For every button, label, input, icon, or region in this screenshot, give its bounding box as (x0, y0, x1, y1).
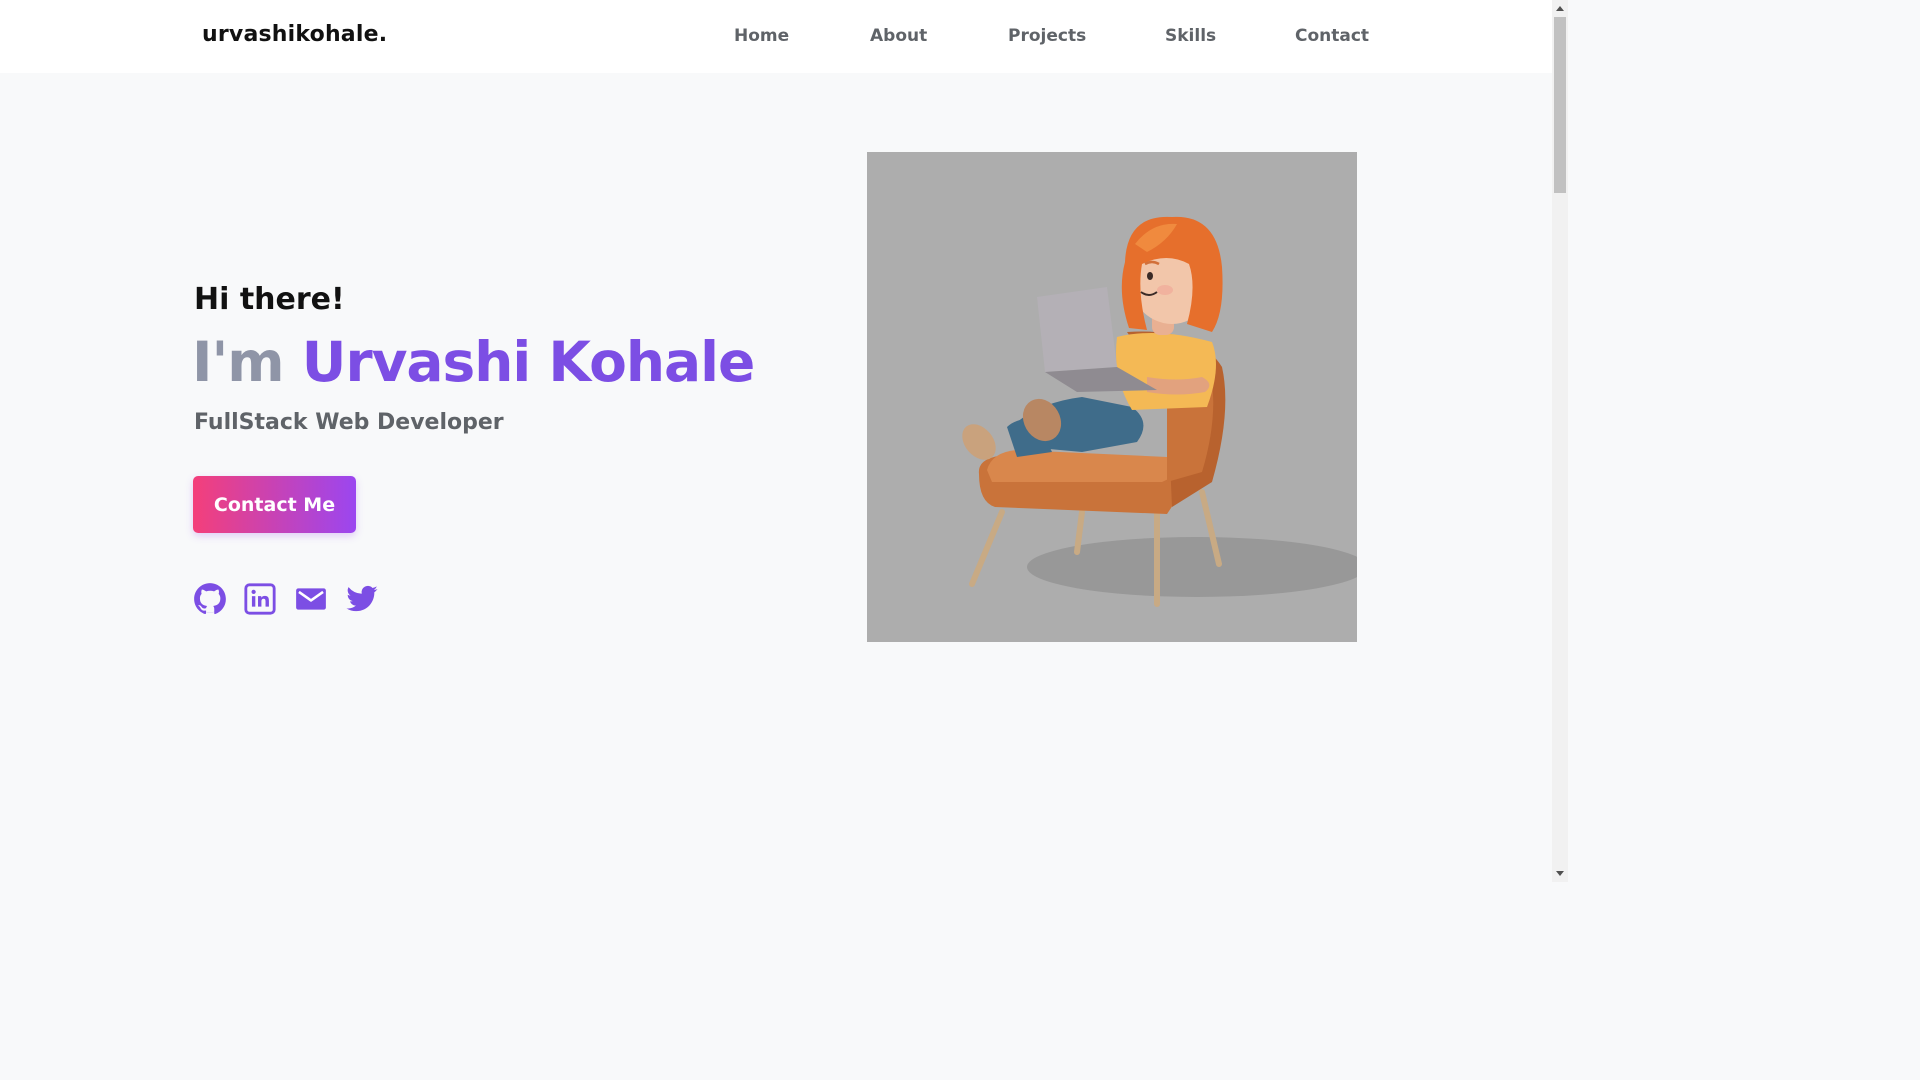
hero-illustration (867, 152, 1357, 642)
hero-title-prefix: I'm (192, 330, 285, 394)
nav-link-contact[interactable]: Contact (1295, 26, 1369, 46)
nav-link-skills[interactable]: Skills (1165, 26, 1216, 46)
page-scrollbar[interactable] (1552, 0, 1568, 882)
girl-with-laptop-illustration (962, 216, 1357, 607)
hero-greeting: Hi there! (194, 282, 345, 317)
email-icon[interactable] (294, 582, 328, 616)
top-navbar: urvashikohale. Home About Projects Skill… (0, 0, 1552, 73)
twitter-icon[interactable] (345, 582, 379, 616)
hero-title-name: Urvashi Kohale (301, 330, 756, 394)
nav-link-projects[interactable]: Projects (1008, 26, 1086, 46)
social-links (0, 582, 420, 616)
contact-me-button[interactable]: Contact Me (193, 476, 356, 533)
nav-link-about[interactable]: About (870, 26, 927, 46)
scroll-up-icon[interactable] (1556, 6, 1564, 11)
nav-link-home[interactable]: Home (734, 26, 789, 46)
main-nav: Home About Projects Skills Contact (0, 26, 1552, 50)
github-icon[interactable] (193, 582, 227, 616)
scrollbar-thumb[interactable] (1554, 17, 1566, 193)
scroll-down-icon[interactable] (1556, 871, 1564, 876)
hero-title: I'm Urvashi Kohale (192, 330, 756, 394)
linkedin-icon[interactable] (243, 582, 277, 616)
hero-role: FullStack Web Developer (194, 410, 504, 435)
